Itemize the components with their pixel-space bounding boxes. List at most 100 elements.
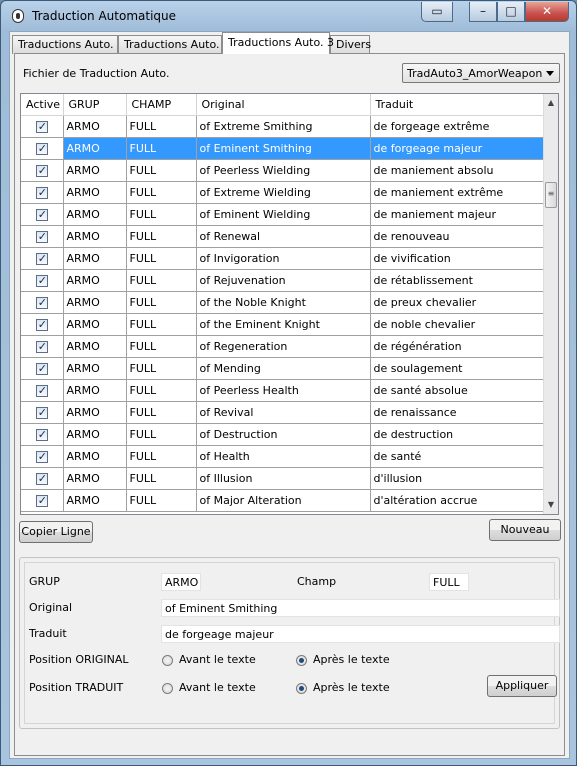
grup-cell[interactable]: ARMO (63, 159, 127, 182)
grup-cell[interactable]: ARMO (63, 313, 127, 336)
original-after-label[interactable]: Après le texte (313, 653, 390, 666)
champ-cell[interactable]: FULL (126, 159, 197, 182)
table-row[interactable]: ARMOFULLof Rejuvenationde rétablissement (21, 269, 546, 292)
original-before-label[interactable]: Avant le texte (179, 653, 256, 666)
active-checkbox[interactable] (35, 428, 48, 441)
champ-cell[interactable]: FULL (126, 445, 197, 468)
active-checkbox[interactable] (35, 472, 48, 485)
traduit-cell[interactable]: de santé absolue (370, 379, 546, 402)
column-header-original[interactable]: Original (196, 94, 371, 116)
grup-cell[interactable]: ARMO (63, 357, 127, 380)
table-row[interactable]: ARMOFULLof Peerless Healthde santé absol… (21, 379, 546, 402)
grup-cell[interactable]: ARMO (63, 401, 127, 424)
table-row[interactable]: ARMOFULLof Extreme Smithingde forgeage e… (21, 115, 546, 138)
table-row[interactable]: ARMOFULLof Renewalde renouveau (21, 225, 546, 248)
original-cell[interactable]: of the Eminent Knight (196, 313, 371, 336)
column-header-champ[interactable]: CHAMP (126, 94, 197, 116)
original-cell[interactable]: of Mending (196, 357, 371, 380)
scroll-thumb[interactable]: ≡ (545, 182, 557, 208)
champ-cell[interactable]: FULL (126, 181, 197, 204)
traduit-after-radio[interactable] (296, 683, 307, 694)
tab-auto-3[interactable]: Traductions Auto. 3 (222, 32, 334, 54)
table-row[interactable]: ARMOFULLof Major Alterationd'altération … (21, 489, 546, 512)
traduit-cell[interactable]: de forgeage majeur (370, 137, 546, 160)
original-cell[interactable]: of Illusion (196, 467, 371, 490)
table-row[interactable]: ARMOFULLof Regenerationde régénération (21, 335, 546, 358)
champ-cell[interactable]: FULL (126, 335, 197, 358)
minimize-button[interactable]: – (469, 2, 497, 22)
grup-cell[interactable]: ARMO (63, 269, 127, 292)
traduit-cell[interactable]: de forgeage extrême (370, 115, 546, 138)
apply-button[interactable]: Appliquer (487, 675, 557, 697)
champ-cell[interactable]: FULL (126, 269, 197, 292)
active-checkbox[interactable] (35, 186, 48, 199)
grup-field[interactable]: ARMO (161, 573, 201, 591)
active-checkbox[interactable] (35, 142, 48, 155)
original-cell[interactable]: of Extreme Wielding (196, 181, 371, 204)
active-checkbox[interactable] (35, 208, 48, 221)
original-cell[interactable]: of Rejuvenation (196, 269, 371, 292)
scroll-down-icon[interactable]: ▼ (545, 498, 557, 512)
traduit-cell[interactable]: de rétablissement (370, 269, 546, 292)
original-cell[interactable]: of Peerless Health (196, 379, 371, 402)
active-checkbox[interactable] (35, 252, 48, 265)
copy-line-button[interactable]: Copier Ligne (19, 521, 93, 543)
traduit-cell[interactable]: de soulagement (370, 357, 546, 380)
champ-cell[interactable]: FULL (126, 291, 197, 314)
traduit-cell[interactable]: de maniement majeur (370, 203, 546, 226)
champ-cell[interactable]: FULL (126, 313, 197, 336)
grup-cell[interactable]: ARMO (63, 423, 127, 446)
traduit-cell[interactable]: de destruction (370, 423, 546, 446)
traduit-cell[interactable]: d'illusion (370, 467, 546, 490)
file-select[interactable]: TradAuto3_AmorWeapon (402, 63, 560, 83)
traduit-cell[interactable]: de preux chevalier (370, 291, 546, 314)
champ-cell[interactable]: FULL (126, 115, 197, 138)
title-bar[interactable]: Traduction Automatique ▭ – □ ✕ (1, 1, 576, 31)
grup-cell[interactable]: ARMO (63, 181, 127, 204)
table-row[interactable]: ARMOFULLof Eminent Wieldingde maniement … (21, 203, 546, 226)
table-row[interactable]: ARMOFULLof Peerless Wieldingde maniement… (21, 159, 546, 182)
grup-cell[interactable]: ARMO (63, 489, 127, 512)
traduit-before-label[interactable]: Avant le texte (179, 681, 256, 694)
table-row[interactable]: ARMOFULLof Revivalde renaissance (21, 401, 546, 424)
active-checkbox[interactable] (35, 274, 48, 287)
extra-window-button[interactable]: ▭ (421, 2, 453, 22)
original-cell[interactable]: of Eminent Wielding (196, 203, 371, 226)
traduit-before-radio[interactable] (162, 683, 173, 694)
champ-field[interactable]: FULL (429, 573, 469, 591)
original-cell[interactable]: of Revival (196, 401, 371, 424)
original-cell[interactable]: of Renewal (196, 225, 371, 248)
active-checkbox[interactable] (35, 406, 48, 419)
original-cell[interactable]: of Health (196, 445, 371, 468)
grup-cell[interactable]: ARMO (63, 203, 127, 226)
close-button[interactable]: ✕ (525, 2, 569, 22)
scroll-up-icon[interactable]: ▲ (545, 96, 557, 110)
traduit-field[interactable]: de forgeage majeur (161, 625, 560, 643)
champ-cell[interactable]: FULL (126, 203, 197, 226)
original-cell[interactable]: of Peerless Wielding (196, 159, 371, 182)
active-checkbox[interactable] (35, 384, 48, 397)
table-row[interactable]: ARMOFULLof Invigorationde vivification (21, 247, 546, 270)
active-checkbox[interactable] (35, 450, 48, 463)
champ-cell[interactable]: FULL (126, 357, 197, 380)
traduit-cell[interactable]: de santé (370, 445, 546, 468)
table-scrollbar[interactable]: ▲ ≡ ▼ (543, 94, 558, 514)
active-checkbox[interactable] (35, 120, 48, 133)
grup-cell[interactable]: ARMO (63, 467, 127, 490)
grup-cell[interactable]: ARMO (63, 335, 127, 358)
tab-auto-2[interactable]: Traductions Auto. 2 (118, 35, 230, 54)
new-button[interactable]: Nouveau (489, 519, 561, 541)
champ-cell[interactable]: FULL (126, 401, 197, 424)
active-checkbox[interactable] (35, 494, 48, 507)
grup-cell[interactable]: ARMO (63, 291, 127, 314)
table-row[interactable]: ARMOFULLof Illusiond'illusion (21, 467, 546, 490)
column-header-traduit[interactable]: Traduit (370, 94, 546, 116)
original-cell[interactable]: of Destruction (196, 423, 371, 446)
champ-cell[interactable]: FULL (126, 379, 197, 402)
original-cell[interactable]: of Regeneration (196, 335, 371, 358)
table-row[interactable]: ARMOFULLof Eminent Smithingde forgeage m… (21, 137, 546, 160)
grup-cell[interactable]: ARMO (63, 445, 127, 468)
active-checkbox[interactable] (35, 296, 48, 309)
tab-divers[interactable]: Divers (330, 35, 371, 54)
traduit-after-label[interactable]: Après le texte (313, 681, 390, 694)
